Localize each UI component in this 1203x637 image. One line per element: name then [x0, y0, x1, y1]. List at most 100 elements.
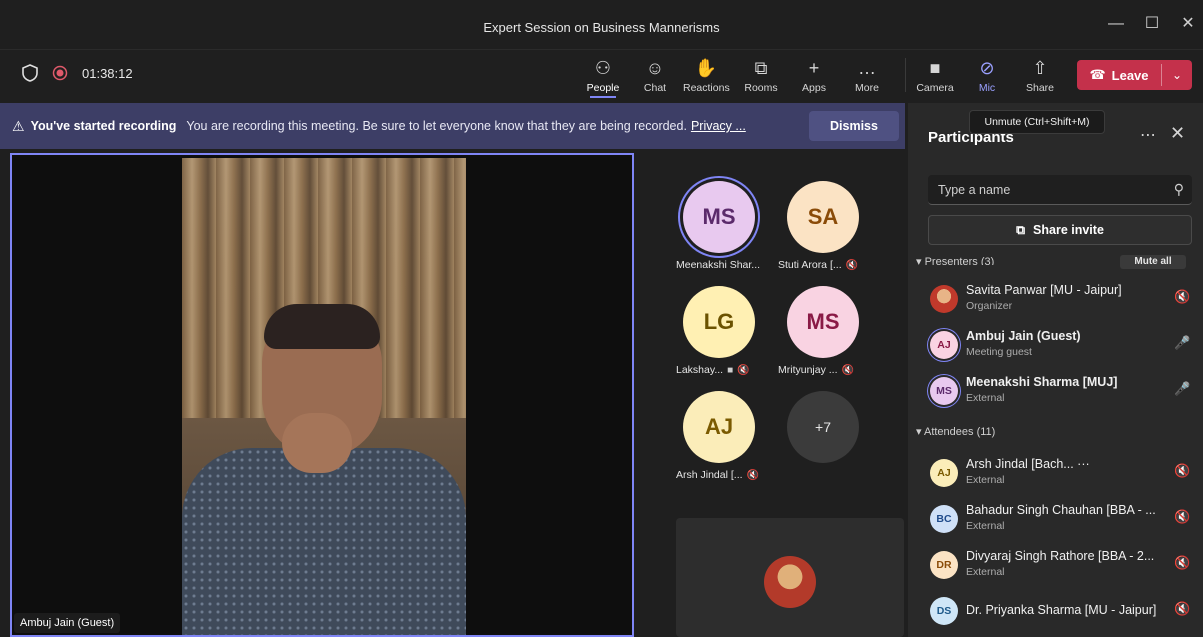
participant-hair	[264, 304, 380, 349]
mic-off-icon: ⊘	[979, 58, 995, 78]
banner-title: You've started recording	[30, 119, 177, 133]
gallery-avatar[interactable]: LG	[683, 286, 755, 358]
apps-button[interactable]: + Apps	[791, 54, 837, 96]
camera-off-icon: ■	[929, 58, 941, 78]
chat-icon: ☺	[645, 58, 665, 78]
avatar: BC	[930, 505, 958, 533]
avatar: MS	[930, 377, 958, 405]
avatar: AJ	[930, 459, 958, 487]
meeting-timer: 01:38:12	[82, 65, 133, 81]
reactions-button[interactable]: ✋ Reactions	[683, 54, 730, 96]
minimize-icon[interactable]: —	[1104, 14, 1128, 34]
share-button[interactable]: ⇧ Share	[1017, 54, 1063, 96]
privacy-link[interactable]: Privacy ...	[691, 119, 746, 133]
participant-body	[182, 448, 466, 635]
gallery-avatar[interactable]: SA	[787, 181, 859, 253]
overflow-participants-button[interactable]: +7	[787, 391, 859, 463]
people-label: People	[586, 82, 620, 94]
apps-label: Apps	[802, 82, 826, 94]
leave-button[interactable]: ☎ Leave ⌄	[1077, 60, 1192, 90]
participant-name: Savita Panwar [MU - Jaipur]	[966, 283, 1122, 297]
dismiss-button[interactable]: Dismiss	[809, 111, 899, 141]
chat-button[interactable]: ☺ Chat	[632, 54, 678, 96]
gallery-avatar[interactable]: MS	[683, 181, 755, 253]
avatar	[764, 556, 816, 608]
gallery-name: Meenakshi Shar...	[676, 259, 760, 271]
leave-main[interactable]: ☎ Leave	[1077, 67, 1161, 83]
mic-off-icon: 🔇	[845, 260, 859, 271]
gallery-name: Mrityunjay ... 🔇	[778, 364, 854, 376]
mic-off-icon: 🔇	[1174, 463, 1191, 478]
avatar	[930, 285, 958, 313]
share-label: Share	[1025, 82, 1055, 94]
people-button[interactable]: ⚇ People	[580, 54, 626, 98]
mic-off-icon: 🔇	[1174, 555, 1191, 570]
participant-row[interactable]: DR Divyaraj Singh Rathore [BBA - 2... Ex…	[908, 545, 1203, 589]
participant-search[interactable]: ⚲	[928, 175, 1192, 205]
gallery-name-text: Mrityunjay ...	[778, 364, 838, 376]
participant-role: External	[966, 392, 1005, 404]
camera-label: Camera	[916, 82, 954, 94]
mic-off-icon: 🔇	[737, 365, 750, 376]
mic-on-icon: 🎤	[1174, 335, 1191, 350]
gallery-name: Arsh Jindal [... 🔇	[676, 469, 759, 481]
unmute-tooltip: Unmute (Ctrl+Shift+M)	[969, 110, 1105, 134]
participant-row[interactable]: MS Meenakshi Sharma [MUJ] External 🎤	[908, 371, 1203, 415]
mute-all-button[interactable]: Mute all	[1120, 255, 1186, 269]
participant-name: Ambuj Jain (Guest)	[966, 329, 1081, 343]
more-button[interactable]: … More	[844, 54, 890, 96]
participant-row[interactable]: DS Dr. Priyanka Sharma [MU - Jaipur] 🔇	[908, 591, 1203, 635]
video-name-tag: Ambuj Jain (Guest)	[14, 613, 121, 633]
attendees-header[interactable]: ▾ Attendees (11)	[916, 425, 995, 438]
close-panel-icon[interactable]: ✕	[1170, 123, 1185, 144]
more-icon: …	[858, 58, 876, 78]
maximize-icon[interactable]: ☐	[1140, 14, 1164, 34]
gallery-name-text: Arsh Jindal [...	[676, 469, 743, 481]
main-video-tile[interactable]: Ambuj Jain (Guest)	[10, 153, 634, 637]
participant-row[interactable]: AJ Arsh Jindal [Bach... ··· External 🔇	[908, 453, 1203, 497]
close-icon[interactable]: ✕	[1176, 14, 1200, 34]
mic-button[interactable]: ⊘ Mic	[964, 54, 1010, 96]
share-invite-label: Share invite	[1033, 223, 1104, 237]
camera-off-icon: ■	[727, 365, 734, 376]
presenters-header[interactable]: ▾ Presenters (3)	[916, 255, 994, 265]
search-input[interactable]	[928, 175, 1158, 205]
search-icon[interactable]: ⚲	[1174, 181, 1184, 198]
apps-icon: +	[808, 58, 820, 78]
window-title: Expert Session on Business Mannerisms	[483, 20, 720, 35]
self-video-tile[interactable]	[676, 518, 904, 637]
participant-row[interactable]: BC Bahadur Singh Chauhan [BBA - ... Exte…	[908, 499, 1203, 543]
warning-icon: ⚠	[12, 117, 25, 134]
rooms-label: Rooms	[744, 82, 778, 94]
banner-message: You are recording this meeting. Be sure …	[186, 119, 687, 133]
mic-off-icon: 🔇	[1174, 509, 1191, 524]
participant-row[interactable]: AJ Ambuj Jain (Guest) Meeting guest 🎤	[908, 325, 1203, 369]
recording-icon	[52, 65, 68, 81]
reactions-label: Reactions	[683, 82, 730, 94]
gallery-avatar[interactable]: MS	[787, 286, 859, 358]
rooms-button[interactable]: ⧉ Rooms	[738, 54, 784, 96]
mic-off-icon: 🔇	[1174, 601, 1191, 616]
gallery-name-text: Lakshay...	[676, 364, 724, 376]
more-options-icon[interactable]: ⋯	[1140, 125, 1156, 145]
toolbar-divider	[905, 58, 906, 92]
gallery-avatar[interactable]: AJ	[683, 391, 755, 463]
avatar: DR	[930, 551, 958, 579]
participants-panel: Participants ⋯ ✕ ⚲ ⧉ Share invite ▾ Pres…	[908, 103, 1203, 637]
chevron-down-icon[interactable]: ⌄	[1162, 68, 1192, 82]
mic-off-icon: 🔇	[1174, 289, 1191, 304]
attendees-header-label: Attendees (11)	[923, 426, 996, 438]
mic-off-icon: 🔇	[746, 470, 759, 481]
more-label: More	[855, 82, 879, 94]
share-invite-button[interactable]: ⧉ Share invite	[928, 215, 1192, 245]
camera-button[interactable]: ■ Camera	[912, 54, 958, 96]
shield-icon[interactable]	[22, 64, 38, 82]
participant-video	[182, 158, 466, 635]
participant-role: Organizer	[966, 300, 1013, 312]
phone-hangup-icon: ☎	[1089, 67, 1106, 82]
participant-name: Dr. Priyanka Sharma [MU - Jaipur]	[966, 603, 1157, 617]
participant-row[interactable]: Savita Panwar [MU - Jaipur] Organizer 🔇	[908, 279, 1203, 323]
reactions-icon: ✋	[694, 58, 718, 78]
gallery-name-text: Stuti Arora [...	[778, 259, 842, 271]
people-icon: ⚇	[594, 58, 612, 78]
